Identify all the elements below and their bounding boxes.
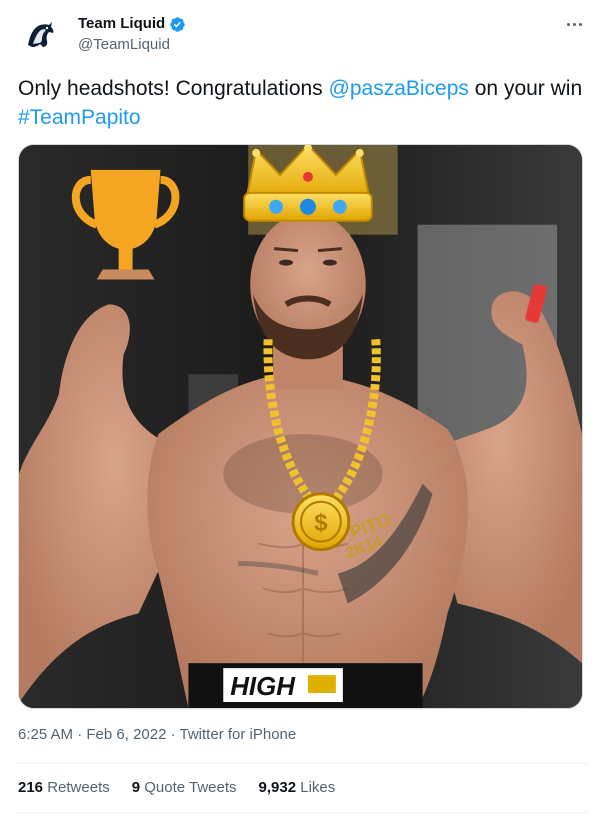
svg-text:$: $ <box>314 510 327 537</box>
tweet-stats: 216 Retweets 9 Quote Tweets 9,932 Likes <box>18 778 335 798</box>
retweets-stat[interactable]: 216 Retweets <box>18 778 110 798</box>
more-options-button[interactable] <box>560 12 588 36</box>
crown-icon <box>243 145 373 222</box>
display-name[interactable]: Team Liquid <box>78 14 165 34</box>
tweet-photo[interactable]: PITO 2K14 HIGH $ <box>18 144 583 709</box>
meta-separator: · <box>73 726 87 743</box>
dollar-medallion-icon: $ <box>291 492 351 552</box>
divider <box>18 763 589 764</box>
tweet-date[interactable]: Feb 6, 2022 <box>86 726 166 743</box>
tweet-text-prefix: Only headshots! Congratulations <box>18 77 329 100</box>
likes-stat[interactable]: 9,932 Likes <box>259 778 336 798</box>
quote-tweets-label: Quote Tweets <box>144 779 237 796</box>
meta-separator: · <box>166 726 180 743</box>
more-dot-icon <box>566 22 570 26</box>
tweet-time[interactable]: 6:25 AM <box>18 726 73 743</box>
quote-tweets-stat[interactable]: 9 Quote Tweets <box>132 778 237 798</box>
quote-tweets-count: 9 <box>131 779 141 796</box>
likes-count: 9,932 <box>258 779 297 796</box>
tweet-text-middle: on your win <box>468 77 583 100</box>
retweets-count: 216 <box>18 779 44 796</box>
horse-logo-icon <box>18 14 62 58</box>
hashtag-link[interactable]: #TeamPapito <box>18 106 141 129</box>
author-info: Team Liquid @TeamLiquid <box>78 14 186 55</box>
verified-badge-icon <box>169 16 186 33</box>
tweet-source[interactable]: Twitter for iPhone <box>180 726 297 743</box>
tweet-metadata: 6:25 AM · Feb 6, 2022 · Twitter for iPho… <box>18 725 296 745</box>
divider <box>18 812 589 813</box>
author-handle[interactable]: @TeamLiquid <box>78 35 186 55</box>
shorts-brand-text: HIGH <box>230 673 296 701</box>
more-dot-icon <box>572 22 576 26</box>
more-dot-icon <box>578 22 582 26</box>
retweets-label: Retweets <box>47 779 110 796</box>
likes-label: Likes <box>300 779 336 796</box>
tweet-header: Team Liquid @TeamLiquid <box>18 12 588 60</box>
mention-link[interactable]: @paszaBiceps <box>329 77 469 100</box>
avatar[interactable] <box>18 14 62 58</box>
tweet-text: Only headshots! Congratulations @paszaBi… <box>18 74 583 132</box>
